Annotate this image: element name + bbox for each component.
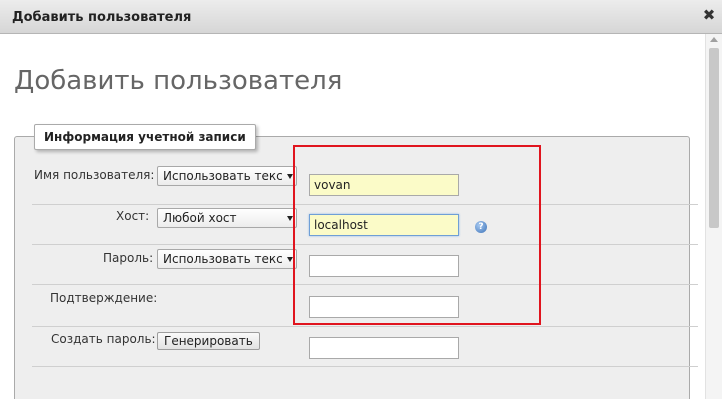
generate-password-label: Создать пароль: [51,332,156,346]
dialog-titlebar[interactable]: Добавить пользователя ✖ [0,0,722,34]
generated-password-field[interactable] [309,337,459,359]
username-label: Имя пользователя: [34,168,155,182]
password-type-select[interactable]: Использовать текс [157,249,297,269]
generate-button[interactable]: Генерировать [157,332,260,350]
host-type-select-value: Любой хост [163,211,237,225]
page-title: Добавить пользователя [14,66,343,96]
host-type-select[interactable]: Любой хост [157,208,297,228]
password-type-select-value: Использовать текс [163,252,283,266]
add-user-dialog: Добавить пользователя ✖ Добавить пользов… [0,0,722,399]
confirm-label: Подтверждение: [50,291,158,305]
username-type-select[interactable]: Использовать текс [157,166,297,186]
generate-button-label: Генерировать [164,334,253,348]
row-divider [32,326,698,327]
scrollbar-thumb[interactable] [709,48,719,228]
close-icon[interactable]: ✖ [702,8,716,23]
vertical-scrollbar[interactable] [705,34,722,399]
dialog-title: Добавить пользователя [12,10,192,25]
row-divider [32,366,698,367]
username-type-select-value: Использовать текс [163,169,283,183]
account-info-legend: Информация учетной записи [34,124,256,150]
scroll-up-arrow-icon[interactable] [710,37,718,42]
host-label: Хост: [116,209,150,223]
annotation-highlight-box [293,145,541,325]
password-label: Пароль: [103,251,154,265]
